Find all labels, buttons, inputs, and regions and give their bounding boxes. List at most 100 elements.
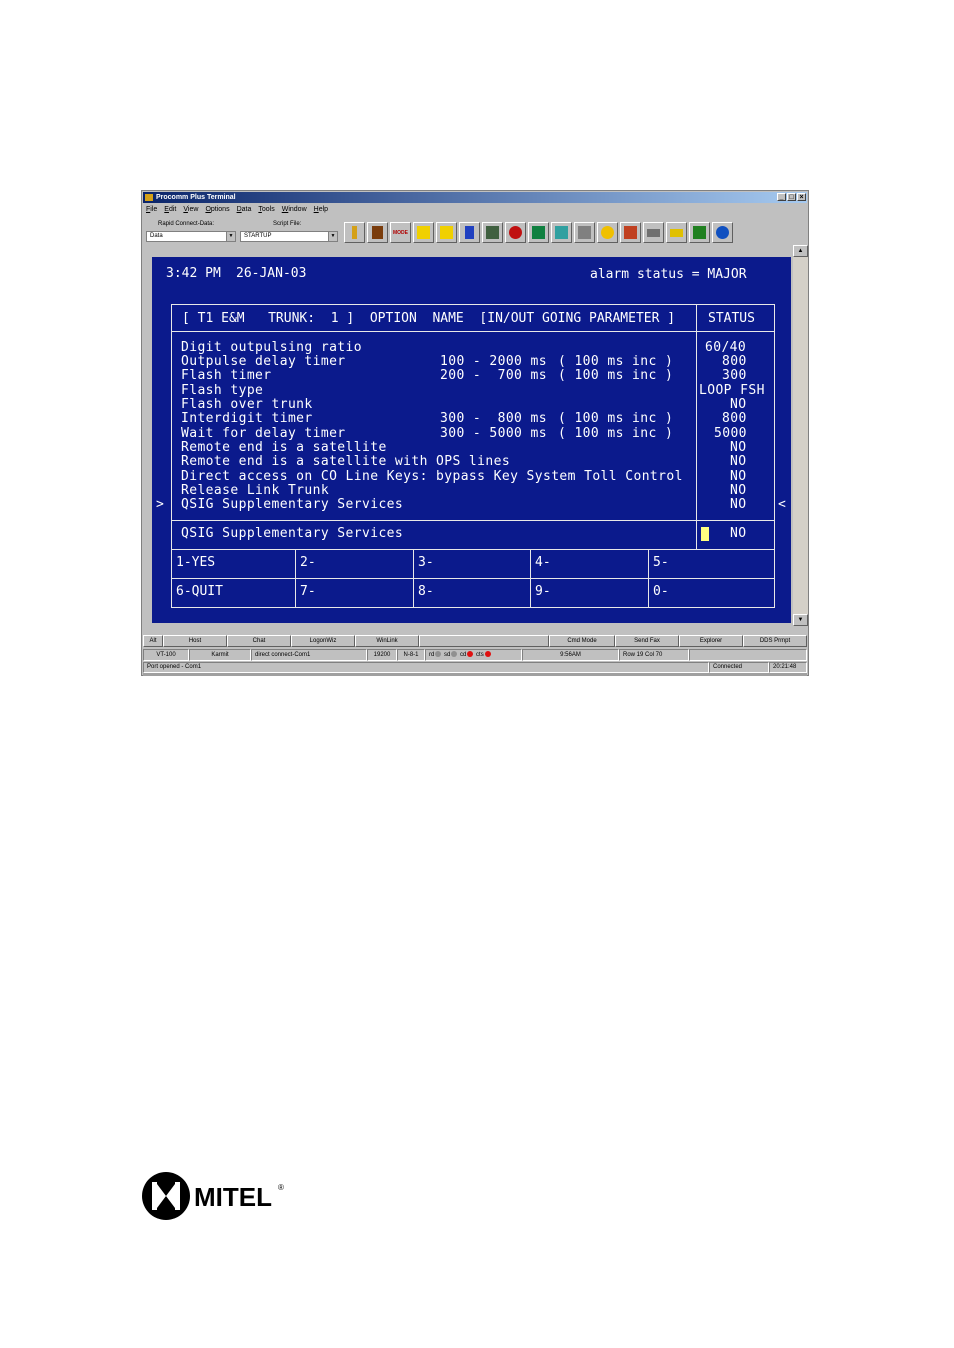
softkey-4[interactable]: 4- xyxy=(530,549,649,579)
softkey-9[interactable]: 9- xyxy=(530,578,649,608)
chevron-down-icon[interactable]: ▼ xyxy=(226,232,235,241)
connection[interactable]: direct connect-Com1 xyxy=(251,649,367,661)
softkey-7[interactable]: 7- xyxy=(295,578,414,608)
date: 26-JAN-03 xyxy=(236,266,307,281)
menu-help[interactable]: Help xyxy=(314,205,328,215)
procomm-window: Procomm Plus Terminal _ □ × File Edit Vi… xyxy=(141,190,809,676)
scroll-up-icon[interactable]: ▲ xyxy=(793,245,808,257)
capture-icon[interactable] xyxy=(482,222,503,243)
maximize-button[interactable]: □ xyxy=(787,193,796,201)
send-fax-button[interactable]: Send Fax xyxy=(615,635,679,647)
user: Karmit xyxy=(189,649,251,661)
clipboard-icon[interactable] xyxy=(666,222,687,243)
softkey-8[interactable]: 8- xyxy=(413,578,531,608)
close-button[interactable]: × xyxy=(797,193,806,201)
softkey-2[interactable]: 2- xyxy=(295,549,414,579)
edit-icon[interactable] xyxy=(551,222,572,243)
menu-data[interactable]: Data xyxy=(237,205,252,215)
phonebook-icon[interactable] xyxy=(367,222,388,243)
title-bar[interactable]: Procomm Plus Terminal _ □ × xyxy=(143,192,807,203)
format[interactable]: N-8-1 xyxy=(397,649,425,661)
menu-bar: File Edit View Options Data Tools Window… xyxy=(144,205,328,215)
logonwiz-button[interactable]: LogonWiz xyxy=(291,635,355,647)
dds-prmpt-button[interactable]: DDS Prmpt xyxy=(743,635,807,647)
mitel-logo: MITEL ® xyxy=(141,1166,291,1224)
send-file-icon[interactable] xyxy=(413,222,434,243)
palette-icon[interactable] xyxy=(689,222,710,243)
status-value: NO xyxy=(730,497,747,512)
message-bar: Port opened - Com1 Connected 20:21:48 xyxy=(143,662,807,673)
menu-file[interactable]: File xyxy=(146,205,157,215)
baud[interactable]: 19200 xyxy=(367,649,397,661)
button-bar: Alt Host Chat LogonWiz WinLink Cmd Mode … xyxy=(143,635,807,647)
left-marker: > xyxy=(156,497,165,512)
receive-file-icon[interactable] xyxy=(436,222,457,243)
softkey-5[interactable]: 5- xyxy=(648,549,775,579)
cts-led-icon xyxy=(484,651,491,657)
pager-icon[interactable] xyxy=(643,222,664,243)
empty-button[interactable] xyxy=(419,635,549,647)
status-bar: VT-100 Karmit direct connect-Com1 19200 … xyxy=(143,649,807,661)
status-value: NO xyxy=(730,454,747,469)
clock: 9:56AM xyxy=(522,649,619,661)
softkey-6[interactable]: 6-QUIT xyxy=(171,578,296,608)
port-message: Port opened - Com1 xyxy=(143,662,709,673)
globe-icon[interactable] xyxy=(712,222,733,243)
selected-name: QSIG Supplementary Services xyxy=(181,526,404,541)
modem-leds: rd sd cd cts xyxy=(425,649,522,661)
explorer-button[interactable]: Explorer xyxy=(679,635,743,647)
status-value: 800 xyxy=(722,411,747,426)
cursor-position: Row 19 Col 70 xyxy=(619,649,689,661)
taskbar-strip xyxy=(143,673,807,676)
winlink-button[interactable]: WinLink xyxy=(355,635,419,647)
menu-edit[interactable]: Edit xyxy=(164,205,176,215)
menu-tools[interactable]: Tools xyxy=(258,205,274,215)
cd-led-icon xyxy=(467,651,474,657)
vertical-scrollbar[interactable]: ▲ ▼ xyxy=(793,245,808,626)
chevron-down-icon[interactable]: ▼ xyxy=(328,232,337,241)
host-button[interactable]: Host xyxy=(163,635,227,647)
run-icon[interactable] xyxy=(344,222,365,243)
rd-led-icon xyxy=(435,651,442,657)
softkey-0[interactable]: 0- xyxy=(648,578,775,608)
rapid-connect-select[interactable]: Data ▼ xyxy=(146,231,236,242)
script-file-label: Script File: xyxy=(273,221,302,227)
script-file-select[interactable]: STARTUP ▼ xyxy=(240,231,338,242)
alt-button[interactable]: Alt xyxy=(143,635,163,647)
alarm-status: alarm status = MAJOR xyxy=(590,267,747,282)
option-header: [ T1 E&M TRUNK: 1 ] OPTION NAME [IN/OUT … xyxy=(182,311,676,326)
menu-view[interactable]: View xyxy=(183,205,198,215)
world-icon[interactable] xyxy=(597,222,618,243)
status-filler xyxy=(689,649,807,661)
terminal-screen[interactable]: 3:42 PM 26-JAN-03 alarm status = MAJOR [… xyxy=(152,257,791,623)
sd-led-icon xyxy=(451,651,458,657)
window-title: Procomm Plus Terminal xyxy=(156,194,236,201)
minimize-button[interactable]: _ xyxy=(777,193,786,201)
softkey-3[interactable]: 3- xyxy=(413,549,531,579)
terminal-frame: 3:42 PM 26-JAN-03 alarm status = MAJOR [… xyxy=(150,257,792,625)
upload-icon[interactable] xyxy=(459,222,480,243)
selected-value[interactable]: NO xyxy=(730,526,746,541)
script-file-value: STARTUP xyxy=(244,233,272,239)
toolbar: MODE xyxy=(344,222,733,244)
status-header: STATUS xyxy=(708,311,755,326)
right-marker: < xyxy=(778,497,787,512)
tools-icon[interactable] xyxy=(620,222,641,243)
softkey-1[interactable]: 1-YES xyxy=(171,549,296,579)
mode-icon[interactable]: MODE xyxy=(390,222,411,243)
menu-window[interactable]: Window xyxy=(282,205,307,215)
cmd-mode-button[interactable]: Cmd Mode xyxy=(549,635,615,647)
logo-text: MITEL xyxy=(194,1182,272,1212)
menu-options[interactable]: Options xyxy=(205,205,229,215)
elapsed-time: 20:21:48 xyxy=(769,662,807,673)
print-icon[interactable] xyxy=(574,222,595,243)
app-icon xyxy=(145,194,153,201)
monitor-icon[interactable] xyxy=(528,222,549,243)
registered-mark: ® xyxy=(278,1183,284,1192)
chat-button[interactable]: Chat xyxy=(227,635,291,647)
rapid-connect-label: Rapid Connect-Data: xyxy=(158,221,215,227)
hangup-icon[interactable] xyxy=(505,222,526,243)
scroll-down-icon[interactable]: ▼ xyxy=(793,614,808,626)
emulation[interactable]: VT-100 xyxy=(143,649,189,661)
time: 3:42 PM xyxy=(166,266,221,281)
